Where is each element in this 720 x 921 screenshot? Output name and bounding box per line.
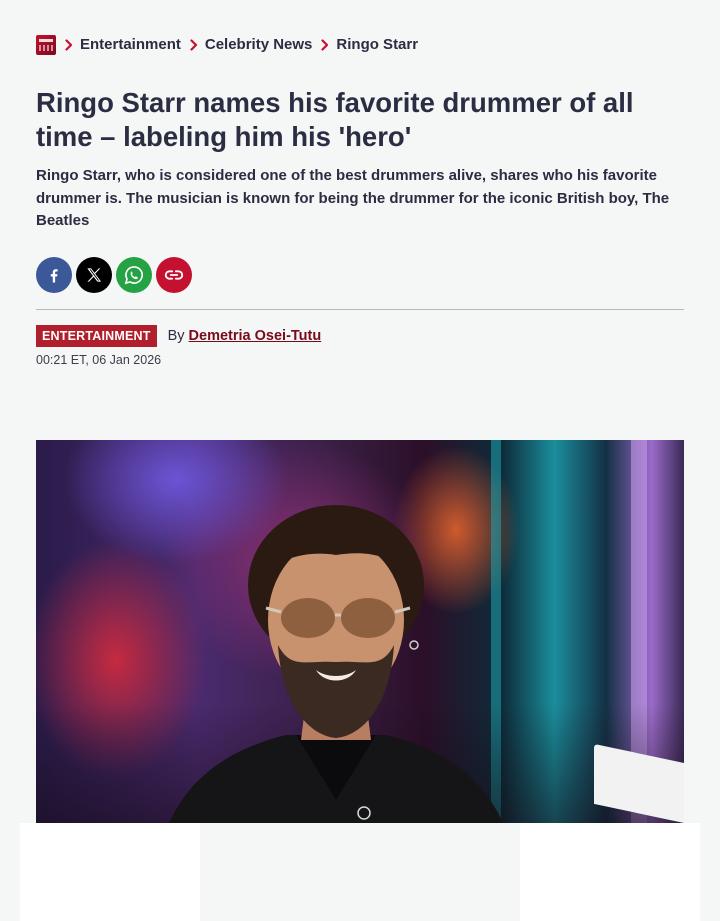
ad-slot: [520, 823, 700, 921]
breadcrumb: Entertainment Celebrity News Ringo Starr: [36, 35, 418, 55]
author-link[interactable]: Demetria Osei-Tutu: [189, 328, 322, 344]
share-bar: [36, 257, 192, 293]
portrait-figure: [169, 505, 503, 823]
ad-slot: [20, 823, 200, 921]
chevron-right-icon: [65, 39, 73, 51]
article-meta: ENTERTAINMENT By Demetria Osei-Tutu: [36, 325, 321, 347]
x-share-button[interactable]: [76, 257, 112, 293]
breadcrumb-item-entertainment[interactable]: Entertainment: [80, 35, 181, 55]
section-tag[interactable]: ENTERTAINMENT: [36, 325, 157, 347]
ad-slot: [200, 823, 520, 921]
copy-link-button[interactable]: [156, 257, 192, 293]
link-icon: [164, 270, 184, 280]
article-timestamp: 00:21 ET, 06 Jan 2026: [36, 353, 162, 367]
hero-image[interactable]: [36, 440, 684, 823]
article-page: Entertainment Celebrity News Ringo Starr…: [0, 0, 720, 921]
chevron-right-icon: [190, 39, 198, 51]
chevron-right-icon: [321, 39, 329, 51]
site-logo-icon[interactable]: [36, 35, 56, 55]
article-headline: Ringo Starr names his favorite drummer o…: [36, 87, 634, 152]
whatsapp-share-button[interactable]: [116, 257, 152, 293]
breadcrumb-item-ringo-starr[interactable]: Ringo Starr: [336, 35, 418, 55]
divider: [36, 309, 684, 310]
facebook-share-button[interactable]: [36, 257, 72, 293]
breadcrumb-item-celebrity-news[interactable]: Celebrity News: [205, 35, 313, 55]
x-icon: [87, 268, 102, 282]
byline-label: By: [167, 328, 185, 344]
facebook-icon: [50, 269, 58, 283]
article-standfirst: Ringo Starr, who is considered one of th…: [36, 167, 670, 229]
whatsapp-icon: [124, 266, 143, 285]
